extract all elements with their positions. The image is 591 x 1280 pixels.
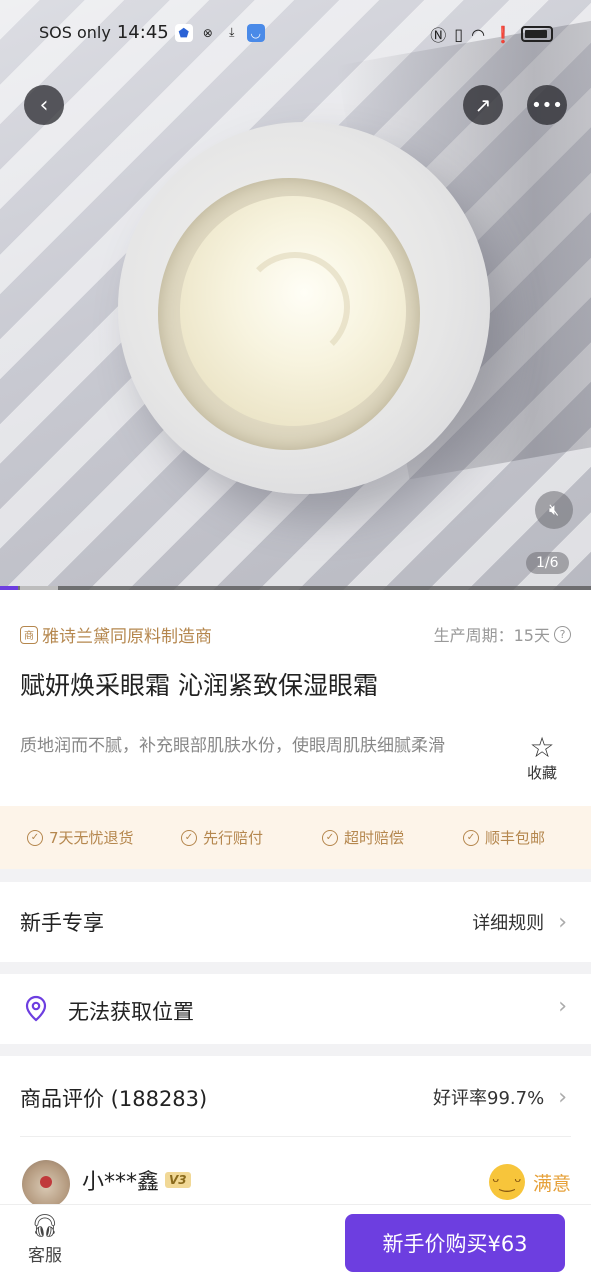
production-period[interactable]: 生产周期：15天 ? [434,622,571,646]
location-row[interactable]: 无法获取位置 › [0,974,591,1044]
rule-link[interactable]: 详细规则 [472,909,544,935]
question-icon: ? [554,625,571,643]
chevron-right-icon: › [558,909,567,935]
mute-button[interactable]: 🔇︎ [535,491,573,529]
chevron-right-icon: › [558,1084,567,1110]
location-label: 无法获取位置 [68,1000,194,1024]
wifi-icon: ◠ [471,24,486,44]
battery-icon [521,26,553,42]
guarantee-item: ✓ 7天无忧退货 [27,827,134,848]
good-rate-label: 好评率99.7% [433,1088,545,1109]
download-icon: ⤓ [229,25,235,39]
cream-swirl [240,252,350,362]
favorite-label: 收藏 [526,764,557,782]
newbie-label: 新手专享 [20,911,104,935]
product-media-carousel[interactable] [0,0,591,590]
clock: 14:45 [116,22,169,43]
maker-badge-icon: 商 [20,625,38,644]
username: 小***鑫 [82,1170,160,1195]
check-circle-icon: ✓ [463,829,479,846]
product-info-panel: 商 雅诗兰黛同原料制造商 生产周期：15天 ? 赋妍焕采眼霜 沁润紧致保湿眼霜 … [0,590,591,808]
buy-button[interactable]: 新手价购买¥63 [345,1214,565,1272]
check-circle-icon: ✓ [181,829,197,846]
product-title: 赋妍焕采眼霜 沁润紧致保湿眼霜 [20,671,378,700]
rating-indicator: ᵕ‿ᵕ 满意 [488,1164,571,1200]
check-circle-icon: ✓ [322,829,338,846]
guarantee-label: 7天无忧退货 [49,829,134,847]
newbie-row[interactable]: 新手专享 详细规则 › [0,882,591,962]
good-rate[interactable]: 好评率99.7% › [433,1084,567,1110]
star-icon: ☆ [529,731,555,764]
speaker-muted-icon: 🔇︎ [548,500,560,519]
guarantee-label: 超时赔偿 [344,829,405,847]
product-description: 质地润而不腻，补充眼部肌肤水份，使眼周肌肤细腻柔滑 [20,736,445,756]
bottom-action-bar: 🎧︎ 客服 新手价购买¥63 [0,1204,591,1280]
chevron-left-icon: ‹ [39,92,49,118]
avatar-decoration [40,1176,52,1188]
smile-emoji-icon: ᵕ‿ᵕ [488,1164,525,1200]
guarantee-strip[interactable]: ✓ 7天无忧退货 ✓ 先行赔付 ✓ 超时赔偿 ✓ 顺丰包邮 [0,806,591,869]
avatar [22,1160,70,1208]
guarantee-item: ✓ 顺丰包邮 [463,827,545,848]
share-button[interactable]: ↗ [463,85,503,125]
reviews-header[interactable]: 商品评价 (188283) [20,1083,207,1113]
maker-tag: 商 雅诗兰黛同原料制造商 [20,622,212,647]
image-page-indicator: 1/6 [526,552,569,574]
more-dots-icon: ••• [531,94,563,116]
divider [20,1136,571,1137]
favorite-button[interactable]: ☆ 收藏 [522,734,562,783]
headset-icon: 🎧︎ [31,1214,59,1239]
vpn-icon: ⊗ [202,25,213,40]
rating-label: 满意 [532,1172,571,1195]
period-label: 生产周期：15天 [433,626,550,645]
service-label: 客服 [28,1246,62,1266]
share-icon: ↗ [474,93,492,117]
nfc-icon: Ⓝ [430,26,447,45]
alert-icon: ❗ [493,24,513,44]
guarantee-item: ✓ 超时赔偿 [322,827,404,848]
guarantee-item: ✓ 先行赔付 [181,827,263,848]
guarantee-label: 顺丰包邮 [485,829,546,847]
review-user: 小***鑫 V3 [82,1164,191,1196]
status-bar: SOS only 14:45 ⬟ ⊗ ⤓ ◡ Ⓝ ▯ ◠ ❗ [0,20,591,46]
maker-label: 雅诗兰黛同原料制造商 [42,627,212,647]
guarantee-label: 先行赔付 [203,829,264,847]
customer-service-button[interactable]: 🎧︎ 客服 [24,1213,66,1266]
vibrate-icon: ▯ [454,24,464,44]
location-pin-icon [25,995,47,1022]
shield-icon: ⬟ [174,23,193,42]
carrier-text: SOS only [39,23,111,42]
app-notification-icon: ◡ [246,23,265,42]
check-circle-icon: ✓ [27,829,43,846]
more-button[interactable]: ••• [527,85,567,125]
level-badge: V3 [165,1172,191,1188]
back-button[interactable]: ‹ [24,85,64,125]
chevron-right-icon: › [558,994,567,1019]
